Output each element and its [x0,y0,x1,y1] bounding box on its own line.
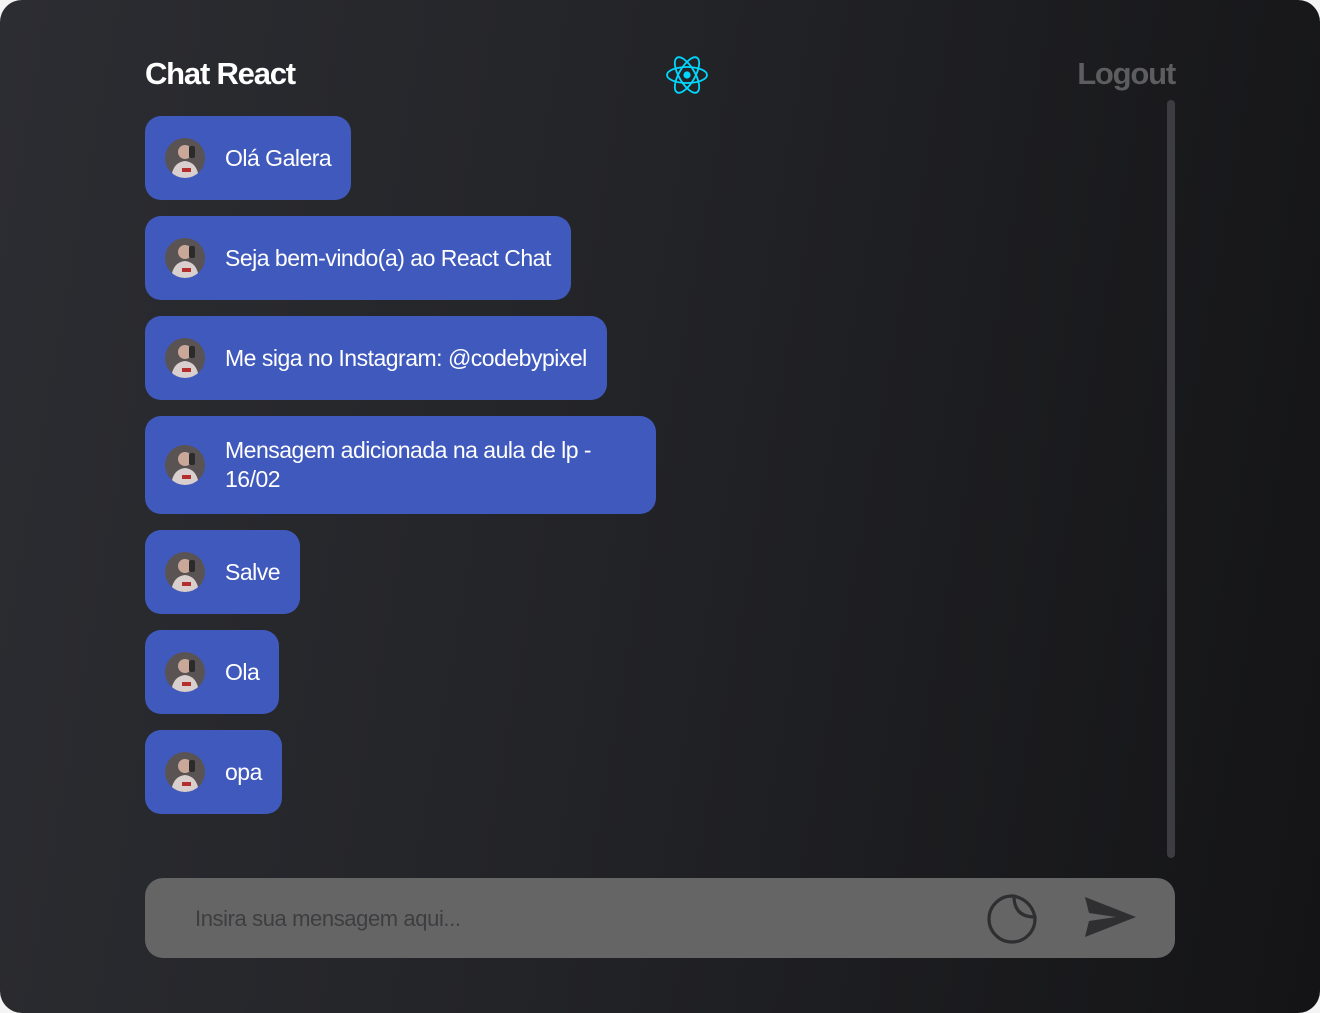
sticker-icon[interactable] [985,892,1039,946]
message-bubble: opa [145,730,282,814]
message-text: Mensagem adicionada na aula de lp - 16/0… [225,437,592,492]
user-avatar [165,752,205,792]
user-avatar [165,338,205,378]
message-list-scrollbar[interactable] [1167,100,1175,858]
user-avatar [165,652,205,692]
message-bubble: Olá Galera [145,116,352,200]
message-bubble: Mensagem adicionada na aula de lp - 16/0… [145,416,656,514]
message-input[interactable] [193,898,957,940]
chat-header: Chat React Logout [145,52,1176,100]
message-text: Me siga no Instagram: @codebypixel [225,344,587,371]
app-title: Chat React [145,56,296,91]
chat-window: Chat React Logout Olá Galera Seja bem-vi… [0,0,1320,1013]
message-text: opa [225,758,262,785]
message-text: Seja bem-vindo(a) ao React Chat [225,244,551,271]
message-list: Olá Galera Seja bem-vindo(a) ao React Ch… [145,116,1145,836]
message-text: Ola [225,658,260,685]
message-composer [145,878,1175,958]
message-bubble: Ola [145,630,280,714]
logout-button[interactable]: Logout [1077,56,1176,92]
user-avatar [165,138,205,178]
message-bubble: Seja bem-vindo(a) ao React Chat [145,216,571,300]
react-logo-icon [666,56,708,94]
message-bubble: Me siga no Instagram: @codebypixel [145,316,607,400]
message-bubble: Salve [145,530,301,614]
message-text: Salve [225,558,281,585]
user-avatar [165,238,205,278]
message-text: Olá Galera [225,144,332,171]
send-icon[interactable] [1082,892,1138,942]
user-avatar [165,552,205,592]
user-avatar [165,445,205,485]
